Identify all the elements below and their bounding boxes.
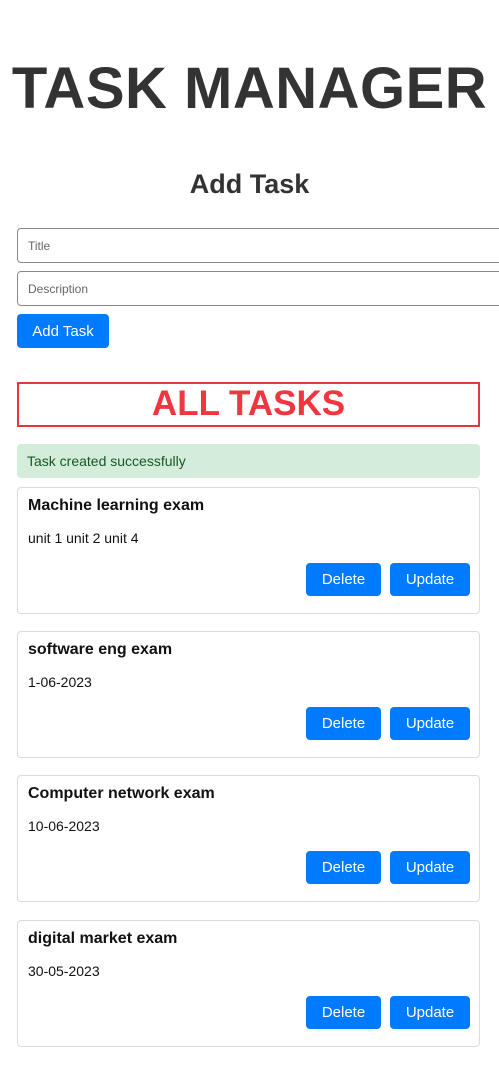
task-description: 10-06-2023 (28, 818, 100, 834)
task-actions: Delete Update (306, 707, 470, 740)
all-tasks-heading: ALL TASKS (17, 382, 480, 427)
success-alert: Task created successfully (17, 444, 480, 478)
task-actions: Delete Update (306, 851, 470, 884)
task-description: 1-06-2023 (28, 674, 92, 690)
task-card: digital market exam 30-05-2023 Delete Up… (17, 920, 480, 1047)
task-description: unit 1 unit 2 unit 4 (28, 530, 139, 546)
add-task-heading: Add Task (189, 169, 310, 199)
task-actions: Delete Update (306, 996, 470, 1029)
add-task-button[interactable]: Add Task (17, 314, 109, 348)
delete-button[interactable]: Delete (306, 563, 381, 596)
task-title: Machine learning exam (28, 497, 205, 514)
update-button[interactable]: Update (390, 996, 470, 1029)
app-title: TASK MANAGER (11, 56, 488, 121)
delete-button[interactable]: Delete (306, 707, 381, 740)
delete-button[interactable]: Delete (306, 851, 381, 884)
delete-button[interactable]: Delete (306, 996, 381, 1029)
title-input[interactable] (17, 228, 499, 263)
task-title: Computer network exam (28, 785, 215, 802)
description-input[interactable] (17, 271, 499, 306)
task-actions: Delete Update (306, 563, 470, 596)
task-title: software eng exam (28, 641, 173, 658)
task-description: 30-05-2023 (28, 963, 100, 979)
task-title: digital market exam (28, 930, 178, 947)
task-card: Machine learning exam unit 1 unit 2 unit… (17, 487, 480, 614)
task-card: Computer network exam 10-06-2023 Delete … (17, 775, 480, 902)
update-button[interactable]: Update (390, 851, 470, 884)
update-button[interactable]: Update (390, 707, 470, 740)
update-button[interactable]: Update (390, 563, 470, 596)
task-card: software eng exam 1-06-2023 Delete Updat… (17, 631, 480, 758)
